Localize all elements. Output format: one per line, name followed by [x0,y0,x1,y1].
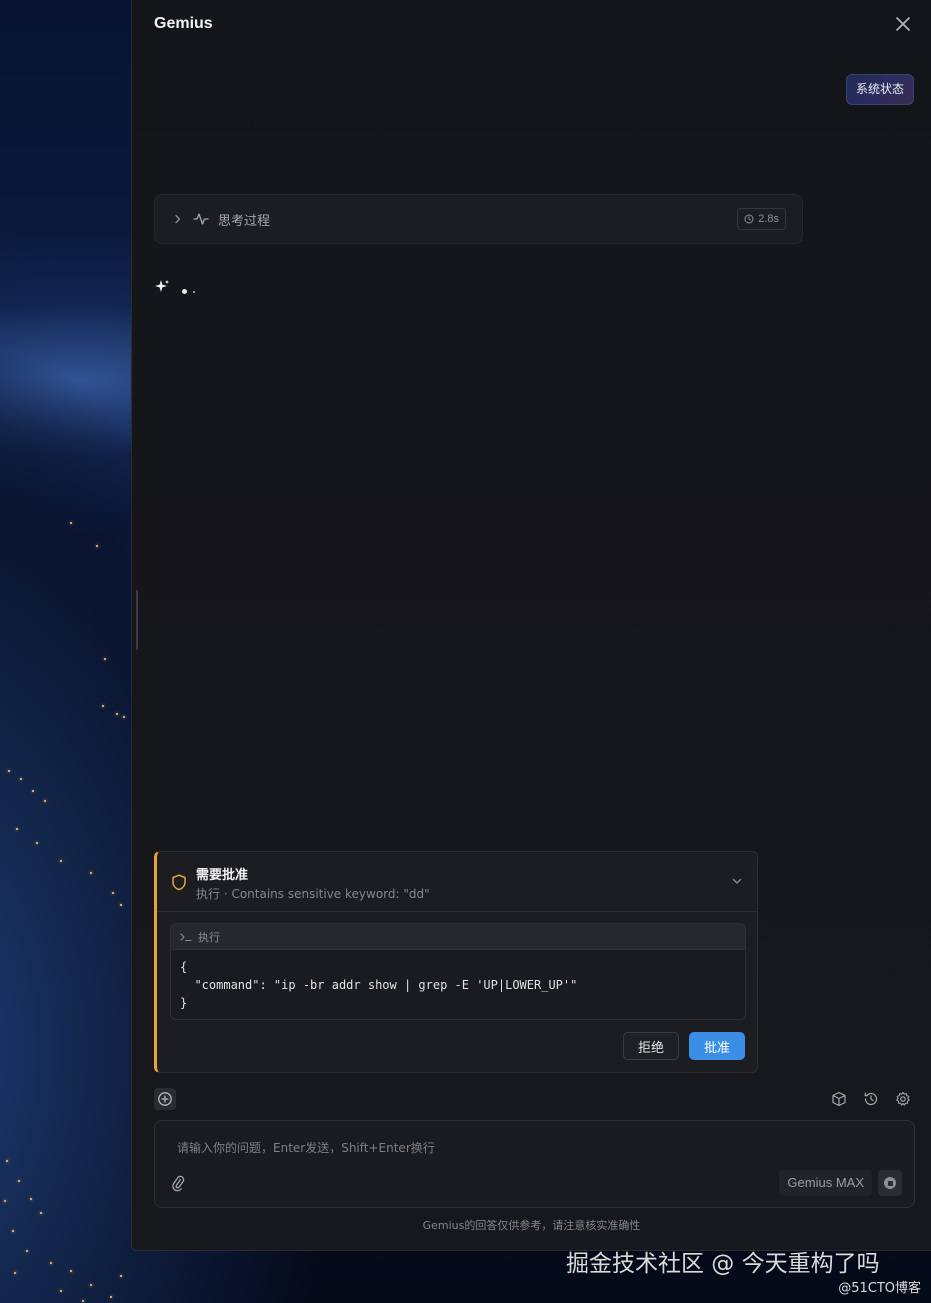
city-light [30,1198,32,1200]
city-light [44,800,46,802]
approval-subtitle: 执行 · Contains sensitive keyword: "dd" [196,887,430,901]
city-light [110,1296,112,1298]
typing-dot [182,289,187,294]
city-light [8,770,10,772]
chat-input[interactable] [165,1131,885,1165]
city-light [116,713,118,715]
approval-header[interactable]: 需要批准 执行 · Contains sensitive keyword: "d… [157,852,757,912]
command-preview: 执行 { "command": "ip -br addr show | grep… [170,923,746,1020]
city-light [82,1300,84,1302]
city-light [102,705,104,707]
close-icon [896,17,910,31]
terminal-icon [180,932,192,941]
close-button[interactable] [893,14,913,34]
tools-button[interactable] [828,1088,850,1110]
history-button[interactable] [860,1088,882,1110]
stop-icon [884,1177,896,1189]
city-light [32,790,34,792]
watermark-sub: @51CTO博客 [838,1281,921,1296]
city-light [60,860,62,862]
panel-title: Gemius [154,15,213,32]
thinking-duration-badge: 2.8s [737,208,786,230]
city-light [96,545,98,547]
city-light [123,716,125,718]
model-selector[interactable]: Gemius MAX [779,1170,872,1196]
reject-button[interactable]: 拒绝 [623,1032,679,1060]
activity-icon [193,213,209,225]
approve-button[interactable]: 批准 [689,1032,745,1060]
chat-input-box: Gemius MAX [154,1120,915,1208]
send-button[interactable] [878,1170,902,1196]
city-light [18,1180,20,1182]
approval-title: 需要批准 [196,868,249,883]
settings-button[interactable] [892,1088,914,1110]
city-light [4,1200,6,1202]
city-light [50,1262,52,1264]
city-light [70,1270,72,1272]
city-light [14,1272,16,1274]
city-light [26,1250,28,1252]
city-light [20,778,22,780]
new-chat-button[interactable] [154,1088,176,1110]
system-status-button[interactable]: 系统状态 [845,74,914,105]
chevron-right-icon [175,214,181,224]
approval-card: 需要批准 执行 · Contains sensitive keyword: "d… [154,851,758,1073]
city-light [120,904,122,906]
city-light [36,842,38,844]
resize-handle[interactable] [136,590,138,650]
cube-icon [832,1091,846,1107]
city-light [60,1290,62,1292]
city-light [112,892,114,894]
thinking-process-toggle[interactable]: 思考过程 2.8s [154,194,803,244]
typing-indicator [182,289,195,294]
city-light [120,1275,122,1277]
shield-icon [172,874,186,891]
command-preview-label: 执行 [198,930,220,944]
city-light [90,872,92,874]
city-light [90,1284,92,1286]
history-icon [864,1092,878,1106]
city-light [40,1212,42,1214]
assistant-panel: Gemius 系统状态 思考过程 2.8s 需要批准 执行 · Contains… [131,0,931,1251]
chevron-down-icon[interactable] [731,875,743,887]
city-light [6,1160,8,1162]
city-light [12,1230,14,1232]
thinking-label: 思考过程 [218,213,271,229]
command-code: { "command": "ip -br addr show | grep -E… [180,960,578,1010]
city-light [70,522,72,524]
disclaimer-text: Gemius的回答仅供参考，请注意核实准确性 [422,1219,641,1232]
settings-icon [896,1091,910,1106]
typing-dot [193,290,195,293]
clock-icon [744,214,754,224]
paperclip-icon[interactable] [169,1174,187,1192]
watermark-main: 掘金技术社区 @ 今天重构了吗 [566,1251,880,1277]
thinking-duration: 2.8s [758,213,779,225]
city-light [16,828,18,830]
city-light [104,658,106,660]
sparkle-icon [155,280,169,292]
command-preview-header: 执行 [171,924,745,950]
new-chat-icon [158,1092,172,1106]
